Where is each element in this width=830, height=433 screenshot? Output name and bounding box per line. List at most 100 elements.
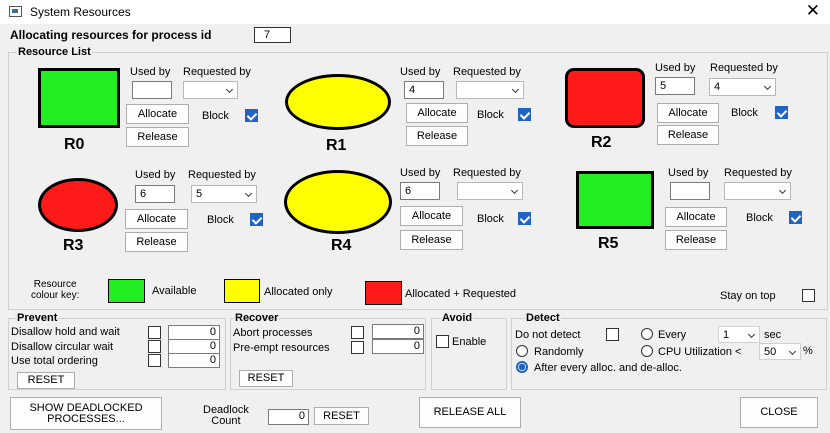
process-id-field[interactable]: 7 <box>254 27 291 43</box>
release-button-r5[interactable]: Release <box>665 230 727 250</box>
used-by-header-r2: Used by <box>655 62 696 74</box>
requested-by-header-r2: Requested by <box>710 62 778 74</box>
process-id-label: Allocating resources for process id <box>10 28 212 42</box>
block-checkbox-r2[interactable] <box>775 106 788 119</box>
colour-key-available-swatch <box>108 279 145 303</box>
cpu-threshold-value: 50 <box>764 346 777 358</box>
requested-by-select-r5[interactable] <box>724 182 791 200</box>
do-not-detect-checkbox[interactable] <box>606 328 619 341</box>
requested-by-header-r1: Requested by <box>453 66 521 78</box>
block-label-r1: Block <box>477 109 504 121</box>
recover-reset-button[interactable]: RESET <box>239 370 293 387</box>
block-checkbox-r3[interactable] <box>250 213 263 226</box>
release-all-button[interactable]: RELEASE ALL <box>419 397 521 428</box>
release-button-r2[interactable]: Release <box>657 125 719 145</box>
resource-shape-r0 <box>38 68 120 128</box>
recover-checkbox-abort[interactable] <box>351 326 364 339</box>
requested-by-header-r4: Requested by <box>453 167 521 179</box>
cpu-utilization-radio[interactable] <box>641 345 653 357</box>
used-by-field-r0[interactable] <box>132 81 172 99</box>
prevent-checkbox-hold-wait[interactable] <box>148 326 161 339</box>
recover-checkbox-preempt[interactable] <box>351 341 364 354</box>
chevron-down-icon <box>778 186 787 195</box>
show-deadlocked-line2: PROCESSES... <box>47 413 125 425</box>
release-button-r1[interactable]: Release <box>406 126 468 146</box>
requested-by-header-r5: Requested by <box>724 167 792 179</box>
colour-key-requested-label: Allocated + Requested <box>405 288 516 300</box>
block-label-r5: Block <box>746 212 773 224</box>
prevent-checkbox-circular-wait[interactable] <box>148 340 161 353</box>
every-radio[interactable] <box>641 328 653 340</box>
recover-count-preempt: 0 <box>372 339 424 354</box>
used-by-field-r3[interactable]: 6 <box>135 185 175 203</box>
window-app-icon <box>9 6 22 17</box>
colour-key-allocated-label: Allocated only <box>264 286 333 298</box>
block-checkbox-r1[interactable] <box>518 108 531 121</box>
resource-shape-r1 <box>285 74 391 130</box>
resource-name-r4: R4 <box>331 237 352 254</box>
close-button[interactable]: CLOSE <box>740 397 818 428</box>
requested-by-select-r0[interactable] <box>183 81 238 99</box>
used-by-field-r1[interactable]: 4 <box>404 81 444 99</box>
prevent-count-total-ordering: 0 <box>168 353 220 368</box>
stay-on-top-checkbox[interactable] <box>802 289 815 302</box>
requested-by-select-r2[interactable]: 4 <box>709 78 776 96</box>
avoid-enable-label: Enable <box>452 336 487 348</box>
close-icon[interactable]: ✕ <box>806 2 820 20</box>
window-title: System Resources <box>30 5 131 19</box>
stay-on-top-label: Stay on top <box>720 290 776 302</box>
used-by-header-r3: Used by <box>135 169 176 181</box>
resource-name-r5: R5 <box>598 235 619 252</box>
block-label-r4: Block <box>477 213 504 225</box>
process-id-bar: Allocating resources for process id 7 <box>2 25 828 46</box>
prevent-count-hold-wait: 0 <box>168 325 220 340</box>
release-button-r4[interactable]: Release <box>400 230 463 250</box>
deadlock-reset-button[interactable]: RESET <box>314 407 369 425</box>
prevent-checkbox-total-ordering[interactable] <box>148 354 161 367</box>
release-button-r3[interactable]: Release <box>125 232 188 252</box>
used-by-field-r2[interactable]: 5 <box>655 77 695 95</box>
deadlock-count-field: 0 <box>268 409 309 425</box>
chevron-down-icon <box>244 189 253 198</box>
detect-title: Detect <box>525 312 561 324</box>
requested-by-value-r3: 5 <box>196 188 203 200</box>
prevent-label-total-ordering: Use total ordering <box>11 355 98 367</box>
prevent-reset-button[interactable]: RESET <box>17 372 75 389</box>
prevent-label-circular-wait: Disallow circular wait <box>11 341 114 353</box>
after-every-radio[interactable] <box>516 361 528 373</box>
resource-shape-r5 <box>576 171 654 229</box>
block-checkbox-r4[interactable] <box>518 212 531 225</box>
every-interval-value: 1 <box>723 329 730 341</box>
release-button-r0[interactable]: Release <box>126 127 189 147</box>
allocate-button-r0[interactable]: Allocate <box>126 104 189 124</box>
allocate-button-r4[interactable]: Allocate <box>400 206 463 226</box>
used-by-header-r5: Used by <box>668 167 709 179</box>
used-by-header-r4: Used by <box>400 167 441 179</box>
resource-name-r2: R2 <box>591 134 612 151</box>
used-by-field-r5[interactable] <box>670 182 710 200</box>
used-by-field-r4[interactable]: 6 <box>400 182 440 200</box>
block-checkbox-r0[interactable] <box>245 109 258 122</box>
requested-by-select-r3[interactable]: 5 <box>191 185 257 203</box>
cpu-utilization-label: CPU Utilization < <box>658 346 742 358</box>
every-interval-select[interactable]: 1 <box>718 326 760 343</box>
resource-name-r0: R0 <box>64 136 85 153</box>
prevent-count-circular-wait: 0 <box>168 339 220 354</box>
resource-name-r1: R1 <box>326 137 347 154</box>
allocate-button-r3[interactable]: Allocate <box>125 209 188 229</box>
avoid-enable-checkbox[interactable] <box>436 335 449 348</box>
colour-key-allocated-swatch <box>224 279 260 303</box>
allocate-button-r2[interactable]: Allocate <box>657 103 719 123</box>
allocate-button-r5[interactable]: Allocate <box>665 207 727 227</box>
randomly-radio[interactable] <box>516 345 528 357</box>
requested-by-select-r4[interactable] <box>457 182 523 200</box>
show-deadlocked-button[interactable]: SHOW DEADLOCKED PROCESSES... <box>10 397 162 430</box>
deadlock-count-label-line2: Count <box>211 415 241 427</box>
chevron-down-icon <box>763 82 772 91</box>
requested-by-select-r1[interactable] <box>456 81 524 99</box>
block-checkbox-r5[interactable] <box>789 211 802 224</box>
chevron-down-icon <box>747 330 756 339</box>
cpu-threshold-select[interactable]: 50 <box>759 343 801 360</box>
resource-shape-r4 <box>284 170 392 234</box>
allocate-button-r1[interactable]: Allocate <box>406 103 468 123</box>
